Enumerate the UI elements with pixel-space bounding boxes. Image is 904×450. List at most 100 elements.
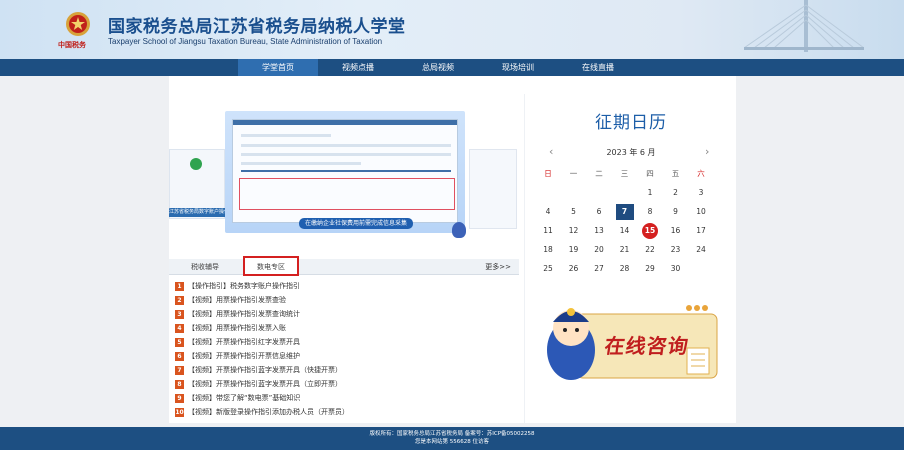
screenshot-row: [241, 170, 451, 172]
list-item-title[interactable]: 【视频】开票操作指引蓝字发票开具（立即开票）: [188, 380, 342, 388]
calendar-day[interactable]: 13: [590, 223, 608, 239]
calendar-day[interactable]: 17: [692, 223, 710, 239]
footer-visitor-count: 您是本网站第 556628 位访客: [415, 439, 489, 445]
calendar-weekday: 五: [671, 169, 680, 178]
site-footer: 版权所有：国家税务总局江苏省税务局 备案号：苏ICP备05002258 您是本网…: [0, 427, 904, 450]
tab-digital-invoice[interactable]: 数电专区: [243, 256, 299, 276]
nav-item-head-office-video[interactable]: 总局视频: [398, 59, 478, 76]
list-item-title[interactable]: 【视频】用票操作指引发票入账: [188, 324, 286, 332]
main-nav: 学堂首页 视频点播 总局视频 现场培训 在线直播: [0, 59, 904, 76]
list-item-title[interactable]: 【视频】用票操作指引发票查验: [188, 296, 286, 304]
list-number: 9: [175, 393, 184, 403]
calendar-day[interactable]: 3: [692, 185, 710, 201]
calendar-weekday: 六: [697, 169, 705, 178]
calendar-day-selected[interactable]: 7: [615, 204, 634, 220]
list-number: 4: [175, 323, 184, 333]
calendar-weekday: 日: [544, 169, 552, 178]
more-link[interactable]: 更多>>: [485, 259, 511, 275]
list-item[interactable]: 8 【视频】开票操作指引蓝字发票开具（立即开票）: [175, 377, 515, 391]
calendar-weekday: 一: [569, 169, 578, 178]
list-item[interactable]: 5 【视频】开票操作指引红字发票开具: [175, 335, 515, 349]
calendar-day[interactable]: 19: [565, 242, 583, 258]
calendar-day[interactable]: 4: [539, 204, 557, 220]
banner-screenshot-inner: [232, 119, 458, 223]
calendar-day[interactable]: 20: [590, 242, 608, 258]
list-item-title[interactable]: 【视频】开票操作指引开票信息维护: [188, 352, 300, 360]
calendar-day[interactable]: 11: [539, 223, 557, 239]
list-item[interactable]: 10 【视频】新版登录操作指引添加办税人员（开票员）: [175, 405, 515, 419]
calendar-day[interactable]: 28: [616, 261, 634, 277]
bridge-decoration-icon: [744, 0, 864, 52]
calendar-panel: 征期日历 ‹ 2023 年 6 月 › 日一二三四五六 1 2 3 4 5 6 7 8 9 10 11…: [524, 94, 736, 423]
screenshot-titlebar: [233, 120, 457, 125]
nav-item-video-on-demand[interactable]: 视频点播: [318, 59, 398, 76]
calendar-day[interactable]: 14: [616, 223, 634, 239]
list-number: 8: [175, 379, 184, 389]
calendar-day[interactable]: 10: [692, 204, 710, 220]
tax-emblem-icon: [66, 12, 90, 36]
calendar-week-row: 123: [539, 185, 719, 204]
news-tabs: 税收辅导 数电专区 更多>>: [169, 256, 519, 276]
calendar-day[interactable]: 24: [692, 242, 710, 258]
nav-item-onsite-training[interactable]: 现场培训: [478, 59, 558, 76]
list-number: 5: [175, 337, 184, 347]
calendar-day[interactable]: 9: [667, 204, 685, 220]
calendar-day[interactable]: 18: [539, 242, 557, 258]
list-item-title[interactable]: 【视频】新版登录操作指引添加办税人员（开票员）: [188, 408, 349, 416]
calendar-weekday: 四: [646, 169, 654, 178]
calendar-day[interactable]: 21: [616, 242, 634, 258]
nav-item-live-stream[interactable]: 在线直播: [558, 59, 638, 76]
list-number: 3: [175, 309, 184, 319]
list-item[interactable]: 6 【视频】开票操作指引开票信息维护: [175, 349, 515, 363]
list-item[interactable]: 7 【视频】开票操作指引蓝字发票开具（快捷开票）: [175, 363, 515, 377]
calendar-day[interactable]: 12: [565, 223, 583, 239]
calendar-day[interactable]: 30: [667, 261, 685, 277]
screenshot-row: [241, 153, 451, 156]
list-number: 2: [175, 295, 184, 305]
site-title[interactable]: 国家税务总局江苏省税务局纳税人学堂: [108, 12, 406, 37]
calendar-day[interactable]: 16: [667, 223, 685, 239]
article-list: 1 【操作指引】税务数字账户操作指引 2 【视频】用票操作指引发票查验 3 【视频】用…: [175, 279, 515, 419]
screenshot-row: [241, 134, 331, 137]
banner-right-panel: [469, 149, 517, 229]
calendar-grid: 日一二三四五六 1 2 3 4 5 6 7 8 9 10 11 12 13 14 15 16 17 18 19 20 21…: [539, 166, 719, 280]
calendar-day[interactable]: 5: [565, 204, 583, 220]
nav-item-home[interactable]: 学堂首页: [238, 59, 318, 76]
list-item-title[interactable]: 【视频】带您了解“数电票”基础知识: [188, 394, 300, 402]
list-item-title[interactable]: 【视频】开票操作指引蓝字发票开具（快捷开票）: [188, 366, 342, 374]
list-number: 10: [175, 407, 184, 417]
list-item-title[interactable]: 【视频】用票操作指引发票查询统计: [188, 310, 300, 318]
mascot-small-icon: [452, 222, 466, 238]
calendar-day[interactable]: 29: [641, 261, 659, 277]
list-item[interactable]: 1 【操作指引】税务数字账户操作指引: [175, 279, 515, 293]
tab-tax-guidance[interactable]: 税收辅导: [175, 259, 235, 275]
list-item[interactable]: 2 【视频】用票操作指引发票查验: [175, 293, 515, 307]
calendar-day[interactable]: 23: [667, 242, 685, 258]
calendar-day[interactable]: 6: [590, 204, 608, 220]
calendar-week-row: 4 5 6 7 8 9 10: [539, 204, 719, 223]
calendar-day[interactable]: 26: [565, 261, 583, 277]
list-item-title[interactable]: 【视频】开票操作指引红字发票开具: [188, 338, 300, 346]
list-number: 7: [175, 365, 184, 375]
online-consult-label[interactable]: 在线咨询: [603, 330, 691, 359]
calendar-day[interactable]: 22: [641, 242, 659, 258]
list-item[interactable]: 3 【视频】用票操作指引发票查询统计: [175, 307, 515, 321]
site-header: 中国税务 国家税务总局江苏省税务局纳税人学堂 Taxpayer School o…: [0, 0, 904, 59]
calendar-week-row: 11 12 13 14 15 16 17: [539, 223, 719, 242]
calendar-day[interactable]: 1: [641, 185, 659, 201]
list-number: 6: [175, 351, 184, 361]
calendar-day[interactable]: 25: [539, 261, 557, 277]
chevron-right-icon[interactable]: ›: [705, 145, 709, 158]
banner-carousel[interactable]: 江苏省税务局数字账户操作指引 在缴纳企业社保费用前需完成信息采集: [169, 94, 519, 260]
screenshot-highlight-table: [239, 178, 455, 210]
calendar-day-today[interactable]: 15: [642, 223, 658, 239]
success-check-icon: [190, 158, 202, 170]
calendar-day[interactable]: 27: [590, 261, 608, 277]
calendar-weekday: 二: [595, 169, 603, 178]
main-content: 江苏省税务局数字账户操作指引 在缴纳企业社保费用前需完成信息采集 税收辅导 数电…: [169, 76, 736, 423]
list-item-title[interactable]: 【操作指引】税务数字账户操作指引: [188, 282, 300, 290]
list-item[interactable]: 4 【视频】用票操作指引发票入账: [175, 321, 515, 335]
calendar-day[interactable]: 2: [667, 185, 685, 201]
list-item[interactable]: 9 【视频】带您了解“数电票”基础知识: [175, 391, 515, 405]
calendar-day[interactable]: 8: [641, 204, 659, 220]
